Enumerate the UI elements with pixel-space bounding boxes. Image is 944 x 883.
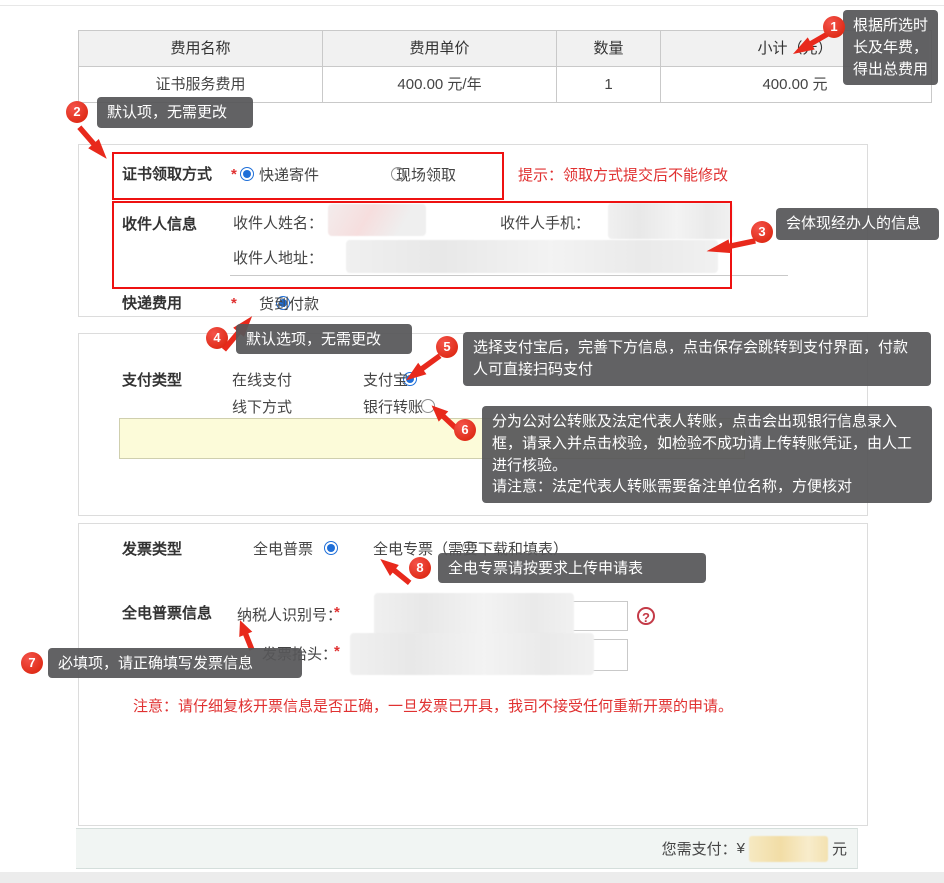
radio-onsite-pickup-label[interactable]: 现场领取 (396, 164, 456, 185)
express-fee-required-asterisk: * (231, 295, 237, 312)
annotation-1-badge: 1 (823, 16, 845, 38)
delivery-method-label: 证书领取方式 (122, 166, 213, 183)
annotation-5-tooltip: 选择支付宝后，完善下方信息，点击保存会跳转到支付界面，付款人可直接扫码支付 (463, 332, 931, 386)
taxpayer-required-asterisk: * (334, 604, 340, 621)
currency-symbol: ¥ (736, 840, 745, 857)
invoice-title-required-asterisk: * (334, 643, 340, 660)
payment-type-label: 支付类型 (122, 372, 183, 389)
taxpayer-id-label: 纳税人识别号： (237, 607, 343, 624)
recipient-label: 收件人信息 (122, 216, 198, 233)
annotation-2-badge: 2 (66, 101, 88, 123)
annotation-7-tooltip: 必填项，请正确填写发票信息 (48, 648, 302, 678)
invoice-type-label: 发票类型 (122, 541, 183, 558)
invoice-notice: 注意：请仔细复核开票信息是否正确，一旦发票已开具，我司不接受任何重新开票的申请。 (133, 698, 734, 715)
invoice-title-value-redacted (350, 633, 594, 675)
radio-cash-on-delivery-label[interactable]: 货到付款 (259, 293, 319, 314)
delivery-hint: 提示：领取方式提交后不能修改 (518, 167, 729, 184)
radio-express-delivery-label[interactable]: 快递寄件 (259, 164, 319, 185)
recipient-address-value-redacted[interactable] (346, 240, 718, 273)
annotation-6-badge: 6 (454, 419, 476, 441)
radio-express-delivery[interactable] (240, 167, 254, 181)
annotation-3-badge: 3 (751, 221, 773, 243)
annotation-3-tooltip: 会体现经办人的信息 (776, 208, 939, 240)
pay-amount-redacted (748, 835, 828, 862)
annotation-8-tooltip: 全电专票请按要求上传申请表 (438, 553, 706, 583)
annotation-1-tooltip: 根据所选时长及年费，得出总费用 (843, 10, 938, 86)
fee-table-header-unit-price: 费用单价 (323, 31, 557, 67)
annotation-2-tooltip: 默认项，无需更改 (97, 97, 253, 128)
fee-table-header-quantity: 数量 (557, 31, 661, 67)
bottom-strip (0, 872, 944, 883)
annotation-7-badge: 7 (21, 652, 43, 674)
fee-table: 费用名称 费用单价 数量 小计（元） 证书服务费用 400.00 元/年 1 4… (78, 30, 932, 103)
recipient-name-label: 收件人姓名： (233, 215, 324, 232)
pay-unit-label: 元 (831, 841, 847, 858)
annotation-6-tooltip: 分为公对公转账及法定代表人转账，点击会出现银行信息录入框，请录入并点击校验，如检… (482, 406, 932, 503)
annotation-4-tooltip: 默认选项，无需更改 (236, 324, 412, 354)
payment-online-label: 在线支付 (232, 372, 293, 389)
recipient-phone-value-redacted[interactable] (608, 203, 733, 239)
invoice-info-label: 全电普票信息 (122, 605, 213, 622)
recipient-phone-label: 收件人手机： (500, 215, 591, 232)
radio-bank-transfer-label[interactable]: 银行转账 (363, 396, 423, 417)
taxpayer-id-value-redacted (374, 593, 574, 637)
payment-form-page: 费用名称 费用单价 数量 小计（元） 证书服务费用 400.00 元/年 1 4… (0, 0, 944, 883)
annotation-4-badge: 4 (206, 327, 228, 349)
radio-general-invoice[interactable] (323, 541, 338, 555)
radio-general-invoice-label[interactable]: 全电普票 (253, 538, 313, 559)
delivery-required-asterisk: * (231, 166, 237, 183)
pay-total-bar: 您需支付： ¥ 元 (76, 828, 858, 869)
top-divider (0, 5, 944, 6)
fee-quantity-cell: 1 (557, 67, 661, 102)
fee-table-header-name: 费用名称 (79, 31, 323, 67)
taxpayer-help-icon[interactable]: ? (637, 607, 655, 625)
recipient-address-label: 收件人地址： (233, 250, 324, 267)
fee-unit-price-cell: 400.00 元/年 (323, 67, 557, 102)
annotation-5-badge: 5 (436, 336, 458, 358)
radio-alipay-label[interactable]: 支付宝 (363, 369, 408, 390)
express-fee-label: 快递费用 (122, 295, 183, 312)
pay-total-label: 您需支付： (661, 841, 737, 858)
payment-offline-label: 线下方式 (232, 399, 293, 416)
recipient-name-value-redacted[interactable] (328, 204, 426, 236)
recipient-address-underline (230, 275, 788, 276)
annotation-8-badge: 8 (409, 557, 431, 579)
